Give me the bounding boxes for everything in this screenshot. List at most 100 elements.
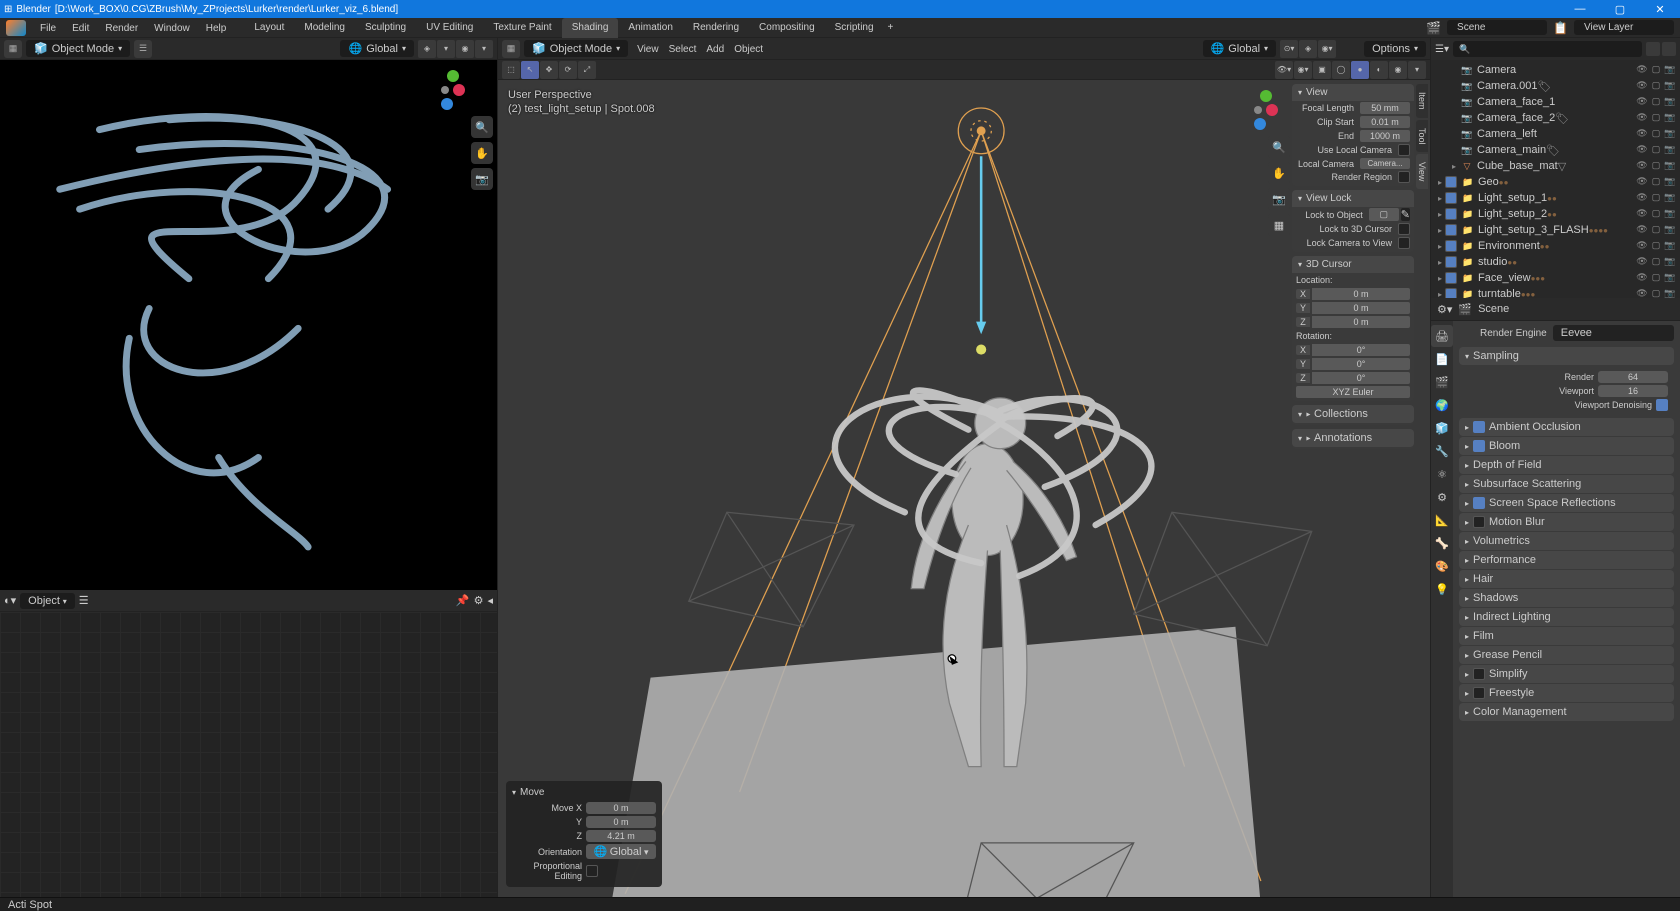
window-close[interactable]: ✕	[1640, 0, 1680, 18]
tab-rendering[interactable]: Rendering	[683, 18, 749, 38]
prop-tab-physics[interactable]: 📐	[1431, 509, 1453, 531]
tab-uv-editing[interactable]: UV Editing	[416, 18, 483, 38]
section-film[interactable]: Film	[1459, 627, 1674, 645]
prop-tab-scene-props[interactable]: 🌍	[1431, 394, 1453, 416]
tab-modeling[interactable]: Modeling	[294, 18, 355, 38]
section-subsurface-scattering[interactable]: Subsurface Scattering	[1459, 475, 1674, 493]
section-checkbox[interactable]	[1473, 516, 1485, 528]
lock-obj-selector[interactable]: ▢	[1369, 208, 1399, 221]
left-mode-selector[interactable]: 🧊Object Mode▾	[26, 40, 130, 57]
shader-filter-icon[interactable]: ⚙	[474, 594, 484, 607]
eye-icon[interactable]: 👁	[1636, 240, 1648, 252]
orientation-selector[interactable]: 🌐 Global ▾	[586, 844, 656, 859]
expand-toggle[interactable]: ▸	[1435, 210, 1445, 219]
outliner-row-camera[interactable]: 📷Camera👁▢📷	[1431, 62, 1680, 78]
pivot-icon[interactable]: ⊙▾	[1280, 40, 1298, 58]
collection-checkbox[interactable]	[1445, 208, 1457, 220]
viewport-disable-icon[interactable]: ▢	[1650, 288, 1662, 298]
snap-icon[interactable]: ◈	[418, 40, 436, 58]
eye-icon[interactable]: 👁	[1636, 144, 1648, 156]
viewport-disable-icon[interactable]: ▢	[1650, 240, 1662, 252]
prop-tab-constraints[interactable]: 🦴	[1431, 532, 1453, 554]
shading-options-icon[interactable]: ▾	[1408, 61, 1426, 79]
local-camera-selector[interactable]: Camera...	[1360, 158, 1410, 169]
lock-camera-checkbox[interactable]	[1398, 237, 1410, 249]
viewport-disable-icon[interactable]: ▢	[1650, 160, 1662, 172]
mid-viewport[interactable]: User Perspective (2) test_light_setup | …	[498, 80, 1430, 897]
rotate-tool-icon[interactable]: ⟳	[559, 61, 577, 79]
mid-mode-selector[interactable]: 🧊Object Mode▾	[524, 40, 628, 57]
prop-input-render[interactable]: 64	[1598, 371, 1668, 383]
outliner-type-icon[interactable]: ☰▾	[1435, 44, 1449, 55]
snap-icon[interactable]: ◈	[1299, 40, 1317, 58]
section-color-management[interactable]: Color Management	[1459, 703, 1674, 721]
expand-toggle[interactable]: ▸	[1435, 226, 1445, 235]
n-cursor-header[interactable]: 3D Cursor	[1292, 256, 1414, 273]
tab-sculpting[interactable]: Sculpting	[355, 18, 416, 38]
outliner-row-face-view[interactable]: ▸📁Face_view ●●●👁▢📷	[1431, 270, 1680, 286]
eyedropper-icon[interactable]: ✎	[1401, 208, 1410, 221]
proportional-settings-icon[interactable]: ▾	[475, 40, 493, 58]
global-orientation[interactable]: 🌐Global▾	[340, 40, 414, 57]
prop-tab-particles[interactable]: ⚙	[1431, 486, 1453, 508]
cursor-tool-icon[interactable]: ↖	[521, 61, 539, 79]
section-checkbox[interactable]	[1473, 440, 1485, 452]
cursor-y-input[interactable]: 0 m	[1312, 302, 1410, 314]
eye-icon[interactable]: 👁	[1636, 256, 1648, 268]
camera-icon[interactable]: 📷	[471, 168, 493, 190]
lock-cursor-checkbox[interactable]	[1398, 223, 1410, 235]
prop-tab-modifiers[interactable]: ⚛	[1431, 463, 1453, 485]
section-checkbox[interactable]	[1473, 668, 1485, 680]
viewport-menu-view[interactable]: View	[632, 44, 664, 55]
expand-toggle[interactable]: ▸	[1449, 162, 1459, 171]
eye-icon[interactable]: 👁	[1636, 64, 1648, 76]
outliner-row-turntable[interactable]: ▸📁turntable ●●●👁▢📷	[1431, 286, 1680, 298]
viewport-disable-icon[interactable]: ▢	[1650, 208, 1662, 220]
section-bloom[interactable]: Bloom	[1459, 437, 1674, 455]
camera-icon[interactable]: 📷	[1268, 188, 1290, 210]
viewport-menu-select[interactable]: Select	[664, 44, 702, 55]
render-disable-icon[interactable]: 📷	[1664, 224, 1676, 236]
render-disable-icon[interactable]: 📷	[1664, 256, 1676, 268]
render-disable-icon[interactable]: 📷	[1664, 208, 1676, 220]
outliner-row-environment[interactable]: ▸📁Environment ●●👁▢📷	[1431, 238, 1680, 254]
render-disable-icon[interactable]: 📷	[1664, 240, 1676, 252]
render-disable-icon[interactable]: 📷	[1664, 96, 1676, 108]
hand-icon[interactable]: ✋	[1268, 162, 1290, 184]
eye-icon[interactable]: 👁	[1636, 224, 1648, 236]
render-disable-icon[interactable]: 📷	[1664, 176, 1676, 188]
viewport-disable-icon[interactable]: ▢	[1650, 80, 1662, 92]
viewport-disable-icon[interactable]: ▢	[1650, 176, 1662, 188]
move-z-input[interactable]: 4.21 m	[586, 830, 656, 842]
shader-options-icon[interactable]: ☰	[79, 594, 89, 607]
snap-settings-icon[interactable]: ▾	[437, 40, 455, 58]
outliner-row-light-setup-3-flash[interactable]: ▸📁Light_setup_3_FLASH ●●●●👁▢📷	[1431, 222, 1680, 238]
clip-start-input[interactable]: 0.01 m	[1360, 116, 1410, 128]
hand-icon[interactable]: ✋	[471, 142, 493, 164]
section-indirect-lighting[interactable]: Indirect Lighting	[1459, 608, 1674, 626]
render-disable-icon[interactable]: 📷	[1664, 288, 1676, 298]
expand-toggle[interactable]: ▸	[1435, 274, 1445, 283]
shader-editor-canvas[interactable]	[0, 612, 497, 897]
section-hair[interactable]: Hair	[1459, 570, 1674, 588]
outliner-row-camera-face-1[interactable]: 📷Camera_face_1👁▢📷	[1431, 94, 1680, 110]
collection-checkbox[interactable]	[1445, 288, 1457, 298]
editor-type-icon[interactable]: ▦	[4, 40, 22, 58]
expand-toggle[interactable]: ▸	[1435, 178, 1445, 187]
outliner-row-light-setup-2[interactable]: ▸📁Light_setup_2 ●●👁▢📷	[1431, 206, 1680, 222]
n-tab-tool[interactable]: Tool	[1416, 120, 1428, 153]
rotation-mode-selector[interactable]: XYZ Euler	[1296, 386, 1410, 398]
viewport-disable-icon[interactable]: ▢	[1650, 64, 1662, 76]
left-viewport[interactable]: 🔍 ✋ 📷	[0, 60, 497, 590]
section-screen-space-reflections[interactable]: Screen Space Reflections	[1459, 494, 1674, 512]
rendered-shading-icon[interactable]: ◉	[1389, 61, 1407, 79]
eye-icon[interactable]: 👁	[1636, 288, 1648, 298]
menu-edit[interactable]: Edit	[64, 23, 97, 34]
outliner-search-input[interactable]: 🔍	[1453, 41, 1642, 57]
matprev-shading-icon[interactable]: ◐	[1370, 61, 1388, 79]
viewport-disable-icon[interactable]: ▢	[1650, 144, 1662, 156]
prop-tab-viewlayer[interactable]: 🎬	[1431, 371, 1453, 393]
prop-tab-material[interactable]: 🎨	[1431, 555, 1453, 577]
shader-arrow-icon[interactable]: ◂	[487, 594, 493, 607]
scene-selector[interactable]: Scene	[1447, 20, 1547, 35]
